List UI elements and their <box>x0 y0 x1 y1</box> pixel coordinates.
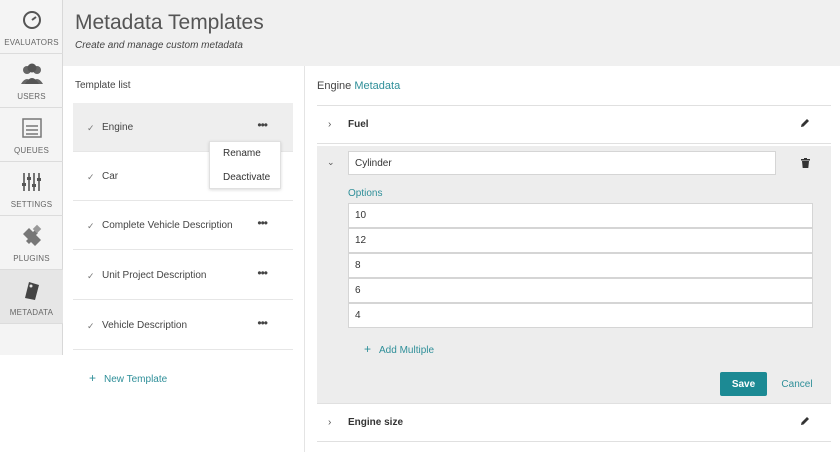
option-input[interactable] <box>348 253 813 278</box>
tag-icon <box>24 282 39 300</box>
trash-icon[interactable] <box>801 158 810 168</box>
save-button[interactable]: Save <box>720 372 767 396</box>
option-input[interactable] <box>348 228 813 253</box>
add-multiple-button[interactable]: + Add Multiple <box>364 342 434 356</box>
puzzle-icon <box>22 224 41 246</box>
page-subtitle: Create and manage custom metadata <box>75 40 243 51</box>
plus-icon: + <box>89 371 97 385</box>
check-icon: ✓ <box>87 221 95 231</box>
check-icon: ✓ <box>87 321 95 331</box>
option-input[interactable] <box>348 303 813 328</box>
template-row-complete-vehicle-description[interactable]: ✓ Complete Vehicle Description ••• <box>73 201 293 250</box>
sidebar-item-metadata[interactable]: METADATA <box>0 270 63 324</box>
sliders-icon <box>21 173 41 191</box>
page-title: Metadata Templates <box>75 11 264 34</box>
new-template-button[interactable]: + New Template <box>89 371 167 385</box>
template-name: Engine <box>102 122 134 133</box>
users-icon <box>20 63 43 84</box>
new-template-label: New Template <box>104 374 168 385</box>
field-row-engine-size[interactable]: › Engine size <box>317 404 831 442</box>
detail-title: Engine Metadata <box>317 80 400 92</box>
menu-item-rename[interactable]: Rename <box>210 142 280 166</box>
template-name: Unit Project Description <box>102 270 207 281</box>
plus-icon: + <box>364 342 372 356</box>
more-options-icon[interactable]: ••• <box>257 266 268 280</box>
template-list-heading: Template list <box>75 80 131 91</box>
edit-pencil-icon[interactable] <box>800 118 810 128</box>
menu-item-deactivate[interactable]: Deactivate <box>210 166 280 190</box>
sidebar-nav: EVALUATORS USERS QUEUES SETTINGS PLUGINS… <box>0 0 63 355</box>
sidebar-item-label: QUEUES <box>14 146 49 155</box>
add-multiple-label: Add Multiple <box>379 345 435 356</box>
edit-pencil-icon[interactable] <box>800 416 810 426</box>
template-name: Car <box>102 171 119 182</box>
sidebar-item-label: METADATA <box>9 308 54 317</box>
page-header: Metadata Templates Create and manage cus… <box>63 0 840 66</box>
check-icon: ✓ <box>87 271 95 281</box>
chevron-down-icon[interactable]: ⌄ <box>327 157 335 168</box>
more-options-icon[interactable]: ••• <box>257 316 268 330</box>
field-name: Engine size <box>348 417 404 428</box>
metadata-detail-panel: Engine Metadata › Fuel ⌄ Options + Add Mu… <box>317 66 831 452</box>
detail-title-template: Engine <box>317 80 352 92</box>
chevron-right-icon[interactable]: › <box>328 417 331 428</box>
field-row-fuel[interactable]: › Fuel <box>317 106 831 144</box>
check-icon: ✓ <box>87 123 95 133</box>
template-name: Complete Vehicle Description <box>102 220 233 231</box>
options-label: Options <box>348 188 383 199</box>
queue-list-icon <box>21 118 42 138</box>
more-options-icon[interactable]: ••• <box>257 216 268 230</box>
chevron-right-icon[interactable]: › <box>328 119 331 130</box>
field-editor-cylinder: ⌄ Options + Add Multiple Save Cancel <box>317 146 831 404</box>
sidebar-item-evaluators[interactable]: EVALUATORS <box>0 0 63 54</box>
option-input[interactable] <box>348 278 813 303</box>
field-name: Fuel <box>348 119 369 130</box>
template-row-vehicle-description[interactable]: ✓ Vehicle Description ••• <box>73 301 293 350</box>
gauge-icon <box>22 11 41 29</box>
option-input[interactable] <box>348 203 813 228</box>
sidebar-item-settings[interactable]: SETTINGS <box>0 162 63 216</box>
sidebar-item-plugins[interactable]: PLUGINS <box>0 216 63 270</box>
template-list-panel: Template list ✓ Engine ••• ✓ Car ✓ Compl… <box>63 66 305 452</box>
template-context-menu: Rename Deactivate <box>209 141 281 189</box>
field-name-input[interactable] <box>348 151 776 175</box>
check-icon: ✓ <box>87 172 95 182</box>
sidebar-item-users[interactable]: USERS <box>0 54 63 108</box>
sidebar-item-label: SETTINGS <box>10 200 53 209</box>
detail-title-metadata: Metadata <box>354 80 401 92</box>
template-name: Vehicle Description <box>102 320 188 331</box>
cancel-button[interactable]: Cancel <box>775 372 819 396</box>
sidebar-item-label: USERS <box>17 92 46 101</box>
sidebar-item-label: PLUGINS <box>13 254 50 263</box>
sidebar-item-queues[interactable]: QUEUES <box>0 108 63 162</box>
template-row-unit-project-description[interactable]: ✓ Unit Project Description ••• <box>73 251 293 300</box>
sidebar-item-label: EVALUATORS <box>4 38 59 47</box>
more-options-icon[interactable]: ••• <box>257 118 268 132</box>
